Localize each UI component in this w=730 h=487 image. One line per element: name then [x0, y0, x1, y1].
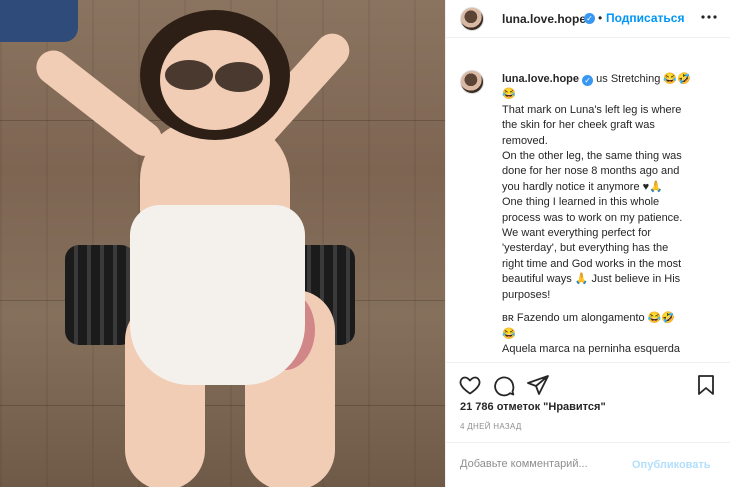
post-photo[interactable]	[0, 0, 445, 487]
verified-badge-icon: ✓	[584, 13, 595, 24]
comment-form: Опубликовать	[446, 442, 730, 487]
bookmark-icon[interactable]	[694, 373, 718, 397]
comment-input[interactable]	[460, 458, 630, 470]
caption-line-first: luna.love.hope ✓ us Stretching 😂🤣	[502, 72, 724, 87]
caption-text: luna.love.hope ✓ us Stretching 😂🤣 😂 That…	[502, 72, 724, 357]
verified-badge-icon: ✓	[582, 75, 594, 86]
diaper	[130, 205, 305, 385]
username-link[interactable]: luna.love.hope	[502, 12, 586, 26]
birthmark-left	[165, 60, 213, 90]
caption-line: process was to work on my patience.	[502, 211, 683, 224]
publish-button[interactable]: Опубликовать	[632, 459, 711, 471]
follow-button[interactable]: Подписаться	[606, 11, 684, 25]
caption-line: right time and God works in the most	[502, 257, 682, 270]
caption-line: beautiful ways 🙏 Just believe in His	[502, 273, 681, 286]
send-icon[interactable]	[526, 373, 550, 397]
action-bar	[446, 362, 730, 402]
caption-line: you hardly notice it anymore ♥🙏	[502, 180, 663, 193]
caption-line: the skin for her cheek graft was	[502, 119, 655, 132]
caption-line: purposes!	[502, 288, 551, 301]
caption-line: us Stretching 😂🤣	[596, 73, 691, 85]
separator-dot: •	[598, 11, 603, 25]
caption-line: 😂	[502, 88, 516, 101]
caption-area: luna.love.hope ✓ us Stretching 😂🤣 😂 That…	[446, 58, 730, 362]
more-options-icon[interactable]	[699, 7, 719, 25]
caption-line: That mark on Luna's left leg is where	[502, 103, 682, 116]
caption-line: removed.	[502, 134, 548, 147]
caption-line: 😂	[502, 327, 516, 340]
caption-line: 'yesterday', but everything has the	[502, 242, 669, 255]
caption-avatar[interactable]	[460, 70, 484, 94]
floor-plank-line	[0, 405, 445, 406]
avatar[interactable]	[460, 7, 484, 31]
floor-object	[0, 0, 78, 42]
likes-count[interactable]: 21 786 отметок "Нравится"	[460, 401, 606, 413]
caption-line: On the other leg, the same thing was	[502, 150, 682, 163]
caption-line: ʙʀ Fazendo um alongamento 😂🤣	[502, 312, 676, 325]
post-header: luna.love.hope ✓ • Подписаться	[446, 0, 730, 38]
post-timestamp[interactable]: 4 ДНЕЙ НАЗАД	[460, 422, 522, 431]
comment-icon[interactable]	[492, 373, 516, 397]
caption-username[interactable]: luna.love.hope	[502, 73, 579, 85]
caption-line: done for her nose 8 months ago and	[502, 165, 680, 178]
caption-line: One thing I learned in this whole	[502, 196, 660, 209]
post-sidebar: luna.love.hope ✓ • Подписаться luna.love…	[445, 0, 730, 487]
caption-line: Aquela marca na perninha esquerda	[502, 342, 680, 355]
foam-roller-left	[65, 245, 135, 345]
heart-icon[interactable]	[458, 373, 482, 397]
birthmark-right	[215, 62, 263, 92]
caption-line: We want everything perfect for	[502, 227, 651, 240]
